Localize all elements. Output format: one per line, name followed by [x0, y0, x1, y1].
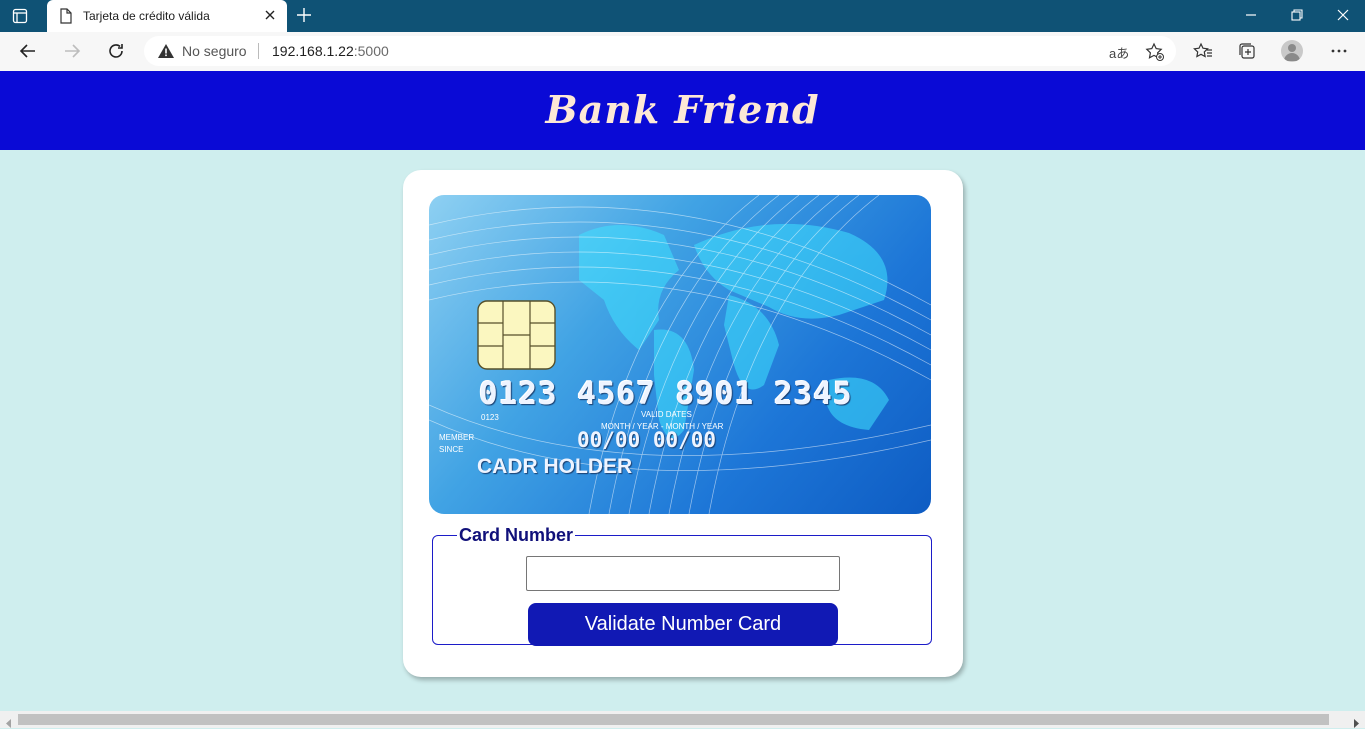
tab-active[interactable]: Tarjeta de crédito válida	[47, 0, 287, 32]
warning-icon[interactable]	[157, 43, 175, 64]
address-bar[interactable]: No seguro 192.168.1.22:5000 aあ	[144, 36, 1176, 66]
security-status[interactable]: No seguro	[182, 43, 247, 59]
favorites-icon[interactable]	[1193, 41, 1213, 66]
card-holder-name: CADR HOLDER	[477, 455, 633, 478]
close-tab-icon[interactable]	[263, 8, 277, 27]
address-divider	[258, 43, 259, 59]
scroll-right-icon[interactable]	[1353, 715, 1360, 729]
card-number-input[interactable]	[526, 556, 840, 591]
back-icon[interactable]	[18, 41, 38, 66]
add-favorite-icon[interactable]	[1145, 42, 1165, 67]
minimize-icon[interactable]	[1244, 8, 1258, 27]
refresh-icon[interactable]	[106, 41, 126, 66]
browser-toolbar: No seguro 192.168.1.22:5000 aあ	[0, 32, 1365, 72]
card-number-fieldset: Card Number Validate Number Card	[432, 525, 932, 646]
close-window-icon[interactable]	[1336, 8, 1350, 27]
brand-title: Bank Friend	[545, 87, 820, 132]
horizontal-scrollbar[interactable]	[0, 711, 1365, 728]
tab-actions-icon[interactable]	[12, 8, 28, 24]
url-text[interactable]: 192.168.1.22:5000	[272, 43, 389, 59]
forward-icon[interactable]	[62, 41, 82, 66]
url-port: :5000	[353, 43, 389, 59]
card-number-legend: Card Number	[459, 525, 574, 545]
credit-card-image: 0123 4567 8901 2345 0123 VALID DATES MON…	[429, 195, 931, 514]
scroll-left-icon[interactable]	[5, 715, 12, 729]
read-aloud-icon[interactable]: aあ	[1109, 43, 1129, 62]
profile-avatar[interactable]	[1281, 40, 1303, 62]
url-host: 192.168.1.22	[272, 43, 354, 59]
member-label: MEMBER	[439, 433, 475, 442]
valid-dates-label: VALID DATES	[641, 410, 692, 419]
validate-button[interactable]: Validate Number Card	[528, 603, 838, 646]
new-tab-icon[interactable]	[296, 7, 312, 28]
card-number-text: 0123 4567 8901 2345	[479, 376, 853, 412]
scrollbar-thumb[interactable]	[18, 714, 1329, 725]
page-icon	[59, 8, 73, 29]
since-label: SINCE	[439, 445, 464, 454]
restore-icon[interactable]	[1290, 8, 1304, 27]
card-dates: 00/00 00/00	[577, 428, 717, 452]
site-header: Bank Friend	[0, 71, 1365, 150]
card-small-number: 0123	[481, 413, 499, 422]
collections-icon[interactable]	[1237, 41, 1257, 66]
more-options-icon[interactable]	[1329, 41, 1349, 66]
chip-icon	[477, 300, 556, 370]
browser-tab-bar: Tarjeta de crédito válida	[0, 0, 1365, 32]
tab-title: Tarjeta de crédito válida	[83, 9, 210, 23]
card-panel: 0123 4567 8901 2345 0123 VALID DATES MON…	[403, 170, 963, 677]
